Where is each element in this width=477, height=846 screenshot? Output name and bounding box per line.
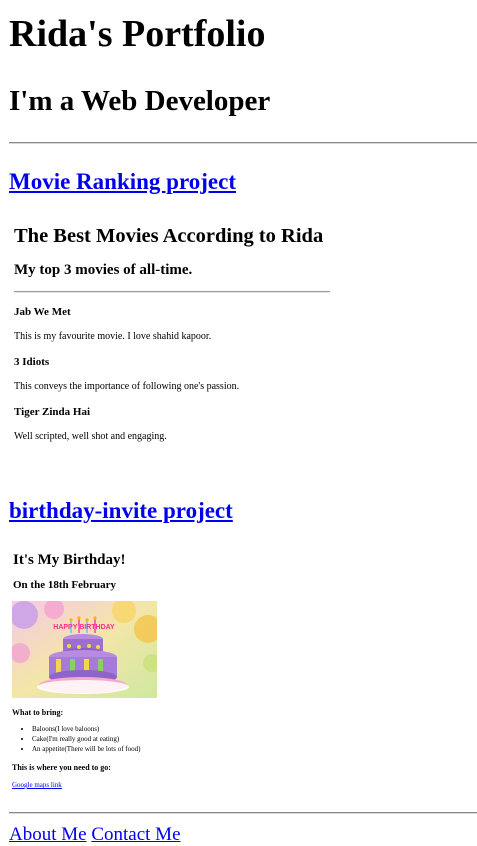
where-to-go-heading: This is where you need to go: (12, 763, 111, 772)
birthday-invite-project-link[interactable]: birthday-invite project (9, 497, 233, 525)
movie-ranking-title: The Best Movies According to Rida (14, 225, 324, 247)
movie-ranking-subtitle: My top 3 movies of all-time. (14, 262, 193, 278)
movie-name: Tiger Zinda Hai (14, 406, 91, 418)
movie-description: This conveys the importance of following… (14, 381, 240, 392)
about-me-link[interactable]: About Me (9, 824, 87, 845)
contact-me-link[interactable]: Contact Me (91, 824, 180, 845)
page-subtitle: I'm a Web Developer (9, 85, 271, 117)
page-title: Rida's Portfolio (9, 13, 266, 55)
google-maps-link[interactable]: Google maps link (12, 781, 62, 790)
what-to-bring-heading: What to bring: (12, 708, 64, 717)
birthday-cake-image: HAPPY BIRTHDAY (12, 601, 157, 698)
divider (9, 812, 477, 814)
bring-item: Cake(I'm really good at eating) (32, 734, 140, 744)
movie-name: Jab We Met (14, 306, 71, 318)
movie-ranking-divider (14, 291, 330, 293)
footer-nav: About Me Contact Me (9, 823, 181, 846)
birthday-date: On the 18th February (13, 579, 116, 591)
cake-topper-text: HAPPY BIRTHDAY (53, 624, 115, 631)
birthday-title: It's My Birthday! (13, 552, 126, 568)
movie-ranking-project-link[interactable]: Movie Ranking project (9, 168, 236, 196)
bring-item: An appetite(There will be lots of food) (32, 744, 140, 754)
bring-list: Baloons(I love baloons) Cake(I'm really … (12, 724, 140, 754)
movie-name: 3 Idiots (14, 356, 50, 368)
movie-ranking-embed: The Best Movies According to Rida My top… (9, 215, 339, 460)
movie-description: This is my favourite movie. I love shahi… (14, 331, 212, 342)
bring-item: Baloons(I love baloons) (32, 724, 140, 734)
birthday-invite-embed: It's My Birthday! On the 18th February H… (9, 540, 209, 800)
movie-description: Well scripted, well shot and engaging. (14, 431, 167, 442)
divider (9, 142, 477, 144)
